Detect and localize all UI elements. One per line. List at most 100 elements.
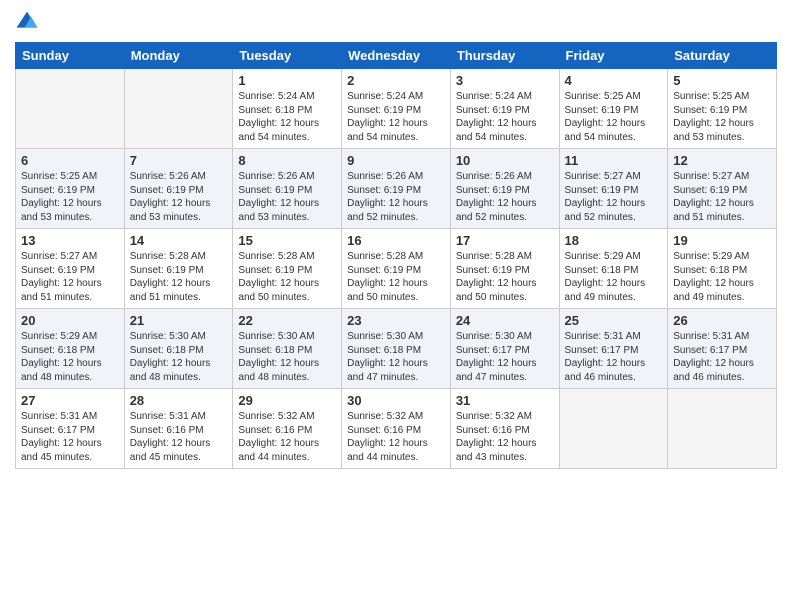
day-number: 11 <box>565 153 663 168</box>
day-number: 24 <box>456 313 554 328</box>
calendar-cell: 30Sunrise: 5:32 AMSunset: 6:16 PMDayligh… <box>342 389 451 469</box>
day-number: 9 <box>347 153 445 168</box>
day-info: Sunrise: 5:28 AMSunset: 6:19 PMDaylight:… <box>238 250 336 304</box>
day-number: 12 <box>673 153 771 168</box>
logo <box>15 10 43 34</box>
day-number: 17 <box>456 233 554 248</box>
header <box>15 10 777 34</box>
day-info: Sunrise: 5:25 AMSunset: 6:19 PMDaylight:… <box>673 90 771 144</box>
weekday-saturday: Saturday <box>668 43 777 69</box>
calendar-cell: 4 Sunrise: 5:25 AMSunset: 6:19 PMDaylight… <box>559 69 668 149</box>
day-info: Sunrise: 5:32 AMSunset: 6:16 PMDaylight:… <box>238 410 336 464</box>
week-row-4: 20 Sunrise: 5:29 AMSunset: 6:18 PMDayligh… <box>16 309 777 389</box>
day-number: 29 <box>238 393 336 408</box>
day-number: 22 <box>238 313 336 328</box>
weekday-friday: Friday <box>559 43 668 69</box>
calendar-cell: 5 Sunrise: 5:25 AMSunset: 6:19 PMDaylight… <box>668 69 777 149</box>
weekday-header-row: SundayMondayTuesdayWednesdayThursdayFrid… <box>16 43 777 69</box>
day-number: 5 <box>673 73 771 88</box>
weekday-wednesday: Wednesday <box>342 43 451 69</box>
day-number: 27 <box>21 393 119 408</box>
week-row-2: 6 Sunrise: 5:25 AMSunset: 6:19 PMDaylight… <box>16 149 777 229</box>
day-number: 6 <box>21 153 119 168</box>
calendar-cell: 25 Sunrise: 5:31 AMSunset: 6:17 PMDayligh… <box>559 309 668 389</box>
day-number: 10 <box>456 153 554 168</box>
calendar-cell <box>668 389 777 469</box>
day-number: 1 <box>238 73 336 88</box>
calendar-cell: 13Sunrise: 5:27 AMSunset: 6:19 PMDayligh… <box>16 229 125 309</box>
weekday-thursday: Thursday <box>450 43 559 69</box>
calendar-cell: 14 Sunrise: 5:28 AMSunset: 6:19 PMDayligh… <box>124 229 233 309</box>
day-info: Sunrise: 5:27 AMSunset: 6:19 PMDaylight:… <box>21 250 119 304</box>
day-number: 18 <box>565 233 663 248</box>
day-info: Sunrise: 5:30 AMSunset: 6:18 PMDaylight:… <box>347 330 445 384</box>
calendar-cell: 16 Sunrise: 5:28 AMSunset: 6:19 PMDayligh… <box>342 229 451 309</box>
day-info: Sunrise: 5:27 AMSunset: 6:19 PMDaylight:… <box>565 170 663 224</box>
day-info: Sunrise: 5:30 AMSunset: 6:18 PMDaylight:… <box>130 330 228 384</box>
day-info: Sunrise: 5:32 AMSunset: 6:16 PMDaylight:… <box>456 410 554 464</box>
calendar-cell <box>124 69 233 149</box>
day-number: 8 <box>238 153 336 168</box>
day-info: Sunrise: 5:29 AMSunset: 6:18 PMDaylight:… <box>21 330 119 384</box>
calendar-cell: 7 Sunrise: 5:26 AMSunset: 6:19 PMDaylight… <box>124 149 233 229</box>
calendar-cell <box>16 69 125 149</box>
day-number: 21 <box>130 313 228 328</box>
day-info: Sunrise: 5:28 AMSunset: 6:19 PMDaylight:… <box>347 250 445 304</box>
calendar-cell: 23 Sunrise: 5:30 AMSunset: 6:18 PMDayligh… <box>342 309 451 389</box>
day-info: Sunrise: 5:27 AMSunset: 6:19 PMDaylight:… <box>673 170 771 224</box>
day-info: Sunrise: 5:31 AMSunset: 6:17 PMDaylight:… <box>673 330 771 384</box>
day-info: Sunrise: 5:28 AMSunset: 6:19 PMDaylight:… <box>130 250 228 304</box>
weekday-monday: Monday <box>124 43 233 69</box>
day-number: 3 <box>456 73 554 88</box>
calendar-cell: 9Sunrise: 5:26 AMSunset: 6:19 PMDaylight… <box>342 149 451 229</box>
day-info: Sunrise: 5:29 AMSunset: 6:18 PMDaylight:… <box>673 250 771 304</box>
calendar-cell: 3 Sunrise: 5:24 AMSunset: 6:19 PMDaylight… <box>450 69 559 149</box>
day-number: 14 <box>130 233 228 248</box>
calendar-cell: 18Sunrise: 5:29 AMSunset: 6:18 PMDayligh… <box>559 229 668 309</box>
day-number: 31 <box>456 393 554 408</box>
logo-icon <box>15 10 39 34</box>
day-number: 16 <box>347 233 445 248</box>
day-info: Sunrise: 5:24 AMSunset: 6:19 PMDaylight:… <box>347 90 445 144</box>
day-info: Sunrise: 5:25 AMSunset: 6:19 PMDaylight:… <box>21 170 119 224</box>
calendar-cell: 24Sunrise: 5:30 AMSunset: 6:17 PMDayligh… <box>450 309 559 389</box>
day-number: 25 <box>565 313 663 328</box>
calendar-cell: 20 Sunrise: 5:29 AMSunset: 6:18 PMDayligh… <box>16 309 125 389</box>
day-info: Sunrise: 5:26 AMSunset: 6:19 PMDaylight:… <box>238 170 336 224</box>
day-number: 28 <box>130 393 228 408</box>
calendar-cell: 21 Sunrise: 5:30 AMSunset: 6:18 PMDayligh… <box>124 309 233 389</box>
calendar-cell: 6 Sunrise: 5:25 AMSunset: 6:19 PMDaylight… <box>16 149 125 229</box>
day-info: Sunrise: 5:26 AMSunset: 6:19 PMDaylight:… <box>456 170 554 224</box>
day-info: Sunrise: 5:24 AMSunset: 6:19 PMDaylight:… <box>456 90 554 144</box>
day-info: Sunrise: 5:24 AMSunset: 6:18 PMDaylight:… <box>238 90 336 144</box>
day-info: Sunrise: 5:31 AMSunset: 6:17 PMDaylight:… <box>565 330 663 384</box>
calendar-cell: 27Sunrise: 5:31 AMSunset: 6:17 PMDayligh… <box>16 389 125 469</box>
day-info: Sunrise: 5:28 AMSunset: 6:19 PMDaylight:… <box>456 250 554 304</box>
calendar-cell: 8 Sunrise: 5:26 AMSunset: 6:19 PMDaylight… <box>233 149 342 229</box>
page: SundayMondayTuesdayWednesdayThursdayFrid… <box>0 0 792 612</box>
calendar-cell: 1 Sunrise: 5:24 AMSunset: 6:18 PMDaylight… <box>233 69 342 149</box>
week-row-1: 1 Sunrise: 5:24 AMSunset: 6:18 PMDaylight… <box>16 69 777 149</box>
day-number: 2 <box>347 73 445 88</box>
day-info: Sunrise: 5:25 AMSunset: 6:19 PMDaylight:… <box>565 90 663 144</box>
day-number: 7 <box>130 153 228 168</box>
calendar-cell: 15Sunrise: 5:28 AMSunset: 6:19 PMDayligh… <box>233 229 342 309</box>
day-info: Sunrise: 5:26 AMSunset: 6:19 PMDaylight:… <box>130 170 228 224</box>
calendar-cell: 17 Sunrise: 5:28 AMSunset: 6:19 PMDayligh… <box>450 229 559 309</box>
calendar-cell: 11 Sunrise: 5:27 AMSunset: 6:19 PMDayligh… <box>559 149 668 229</box>
calendar-cell: 2 Sunrise: 5:24 AMSunset: 6:19 PMDaylight… <box>342 69 451 149</box>
calendar-cell: 10 Sunrise: 5:26 AMSunset: 6:19 PMDayligh… <box>450 149 559 229</box>
calendar-table: SundayMondayTuesdayWednesdayThursdayFrid… <box>15 42 777 469</box>
day-info: Sunrise: 5:31 AMSunset: 6:16 PMDaylight:… <box>130 410 228 464</box>
day-info: Sunrise: 5:30 AMSunset: 6:18 PMDaylight:… <box>238 330 336 384</box>
calendar-cell: 12 Sunrise: 5:27 AMSunset: 6:19 PMDayligh… <box>668 149 777 229</box>
day-number: 20 <box>21 313 119 328</box>
calendar-cell: 31 Sunrise: 5:32 AMSunset: 6:16 PMDayligh… <box>450 389 559 469</box>
day-number: 4 <box>565 73 663 88</box>
day-number: 19 <box>673 233 771 248</box>
calendar-cell: 22 Sunrise: 5:30 AMSunset: 6:18 PMDayligh… <box>233 309 342 389</box>
day-number: 23 <box>347 313 445 328</box>
calendar-cell: 19 Sunrise: 5:29 AMSunset: 6:18 PMDayligh… <box>668 229 777 309</box>
day-info: Sunrise: 5:32 AMSunset: 6:16 PMDaylight:… <box>347 410 445 464</box>
day-number: 26 <box>673 313 771 328</box>
